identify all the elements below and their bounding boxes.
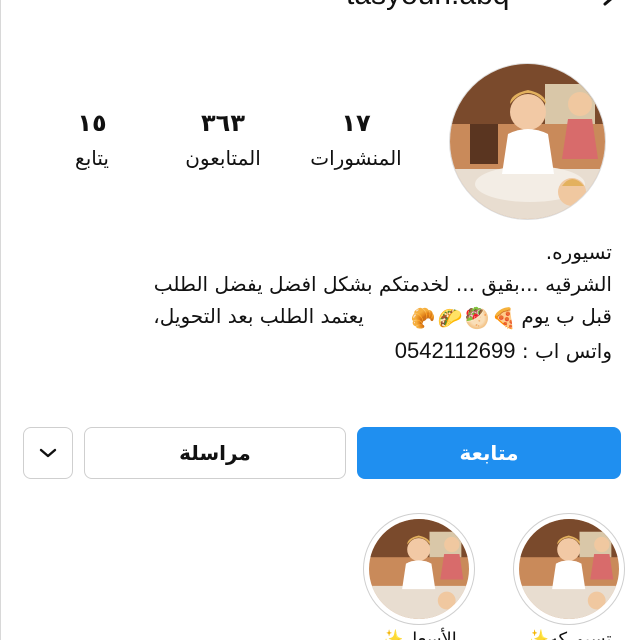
following-label: يتابع — [75, 146, 109, 170]
croissant-icon: 🥐 — [410, 305, 436, 330]
bio-line-2-end: يعتمد الطلب بعد التحويل، — [153, 304, 364, 328]
highlight-1[interactable] — [513, 513, 625, 625]
stat-followers[interactable]: ٣٦٣ المتابعون — [163, 106, 283, 174]
profile-bio: تسيوره. الشرقيه ...بقيق ... لخدمتكم بشكل… — [92, 236, 612, 364]
highlight-1-cover — [519, 519, 619, 619]
more-options-icon[interactable] — [27, 0, 39, 14]
posts-label: المنشورات — [310, 146, 402, 170]
whatsapp-number[interactable]: 0542112699 — [395, 338, 516, 363]
taco-icon: 🌮 — [437, 305, 463, 330]
bio-line-2: قبل ب يوم🥐 🌮 🥙 🍕يعتمد الطلب بعد التحويل، — [92, 300, 612, 332]
message-button[interactable]: مراسلة — [84, 427, 346, 479]
bio-name: تسيوره. — [545, 240, 612, 264]
profile-username: tasyouri.abq — [346, 0, 509, 12]
bio-whatsapp: واتس اب : 0542112699 — [92, 332, 612, 364]
stat-posts[interactable]: ١٧ المنشورات — [296, 106, 416, 174]
bio-line-2-start: قبل ب يوم — [521, 304, 612, 328]
highlight-2-cover — [369, 519, 469, 619]
whatsapp-label: واتس اب : — [521, 339, 612, 363]
followers-label: المتابعون — [185, 146, 261, 170]
back-arrow-icon[interactable] — [575, 0, 625, 14]
follow-button[interactable]: متابعة — [357, 427, 621, 479]
flatbread-icon: 🥙 — [464, 305, 490, 330]
highlight-2[interactable] — [363, 513, 475, 625]
avatar-image — [450, 64, 605, 219]
profile-screen: tasyouri.abq ١٧ المنشورات ٣٦٣ — [0, 0, 640, 640]
followers-count: ٣٦٣ — [201, 109, 245, 137]
suggested-accounts-button[interactable] — [23, 427, 73, 479]
highlight-1-label: تسيوركه✨ — [526, 629, 612, 640]
top-bar: tasyouri.abq — [1, 0, 640, 18]
bio-line-1: الشرقيه ...بقيق ... لخدمتكم بشكل افضل يف… — [153, 272, 612, 296]
profile-avatar[interactable] — [449, 63, 606, 220]
following-count: ١٥ — [77, 109, 107, 137]
food-emojis: 🥐 🌮 🥙 🍕 — [410, 302, 518, 334]
stat-following[interactable]: ١٥ يتابع — [32, 106, 152, 174]
chevron-down-icon — [39, 448, 57, 458]
highlight-2-label: الأسعار✨ — [381, 629, 457, 640]
pizza-icon: 🍕 — [491, 305, 517, 330]
posts-count: ١٧ — [341, 109, 371, 137]
